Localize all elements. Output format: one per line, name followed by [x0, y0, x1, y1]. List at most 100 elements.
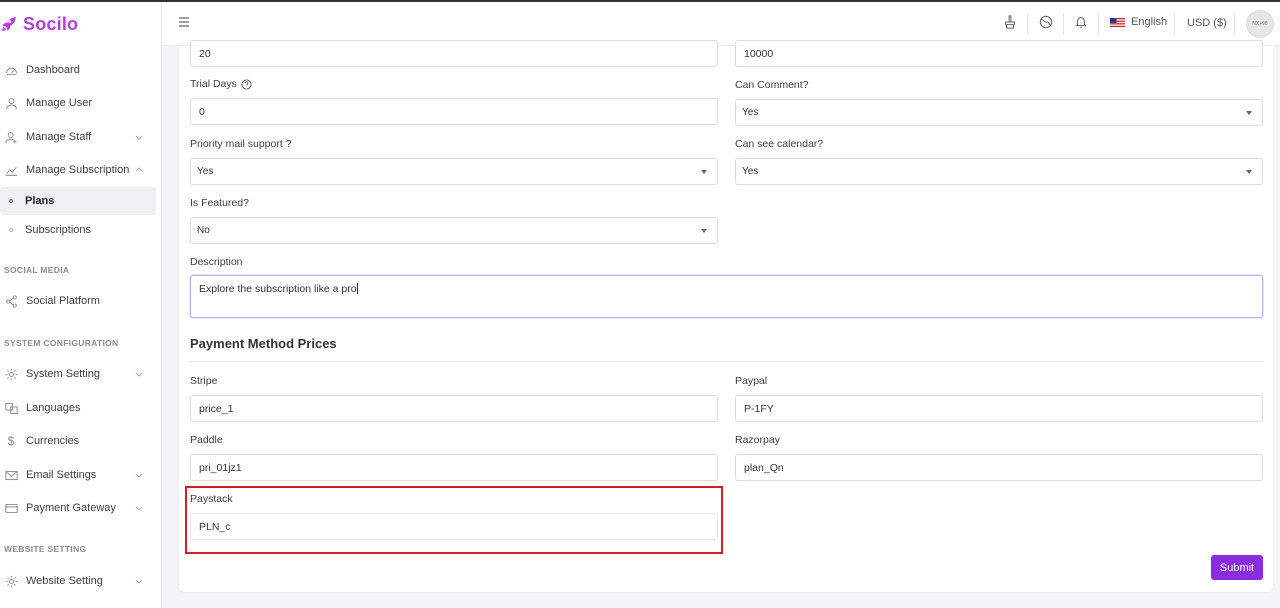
currency-selector[interactable]: USD ($): [1187, 17, 1227, 29]
description-text: Explore the subscription like a pro: [199, 283, 357, 295]
gear-icon: [4, 367, 18, 381]
chevron-up-icon: [135, 167, 143, 172]
sidebar-item-label: Manage User: [26, 97, 93, 109]
text-cursor: [356, 283, 358, 294]
sidebar-item-label: Email Settings: [26, 469, 97, 481]
plan-form-card: 20 10000 Trial Days 0 Can Comment? Yes P…: [179, 40, 1273, 592]
sidebar-item-currencies[interactable]: $ Currencies: [0, 427, 156, 455]
broom-icon[interactable]: [1003, 15, 1017, 29]
language-selector[interactable]: English: [1110, 16, 1167, 28]
can-see-calendar-label: Can see calendar?: [735, 138, 824, 150]
scrollbar[interactable]: [1273, 46, 1280, 608]
sidebar-item-label: Dashboard: [26, 64, 80, 76]
sidebar-item-dashboard[interactable]: Dashboard: [0, 56, 156, 84]
staff-icon: [4, 130, 18, 144]
brand-logo[interactable]: Socilo: [0, 12, 78, 36]
trial-days-label-text: Trial Days: [190, 78, 237, 90]
priority-mail-select[interactable]: Yes: [190, 158, 718, 185]
caret-down-icon: [1246, 170, 1252, 174]
sidebar-item-system-setting[interactable]: System Setting: [0, 360, 156, 388]
divider: [1234, 13, 1235, 35]
chevron-down-icon: [135, 579, 143, 584]
razorpay-label: Razorpay: [735, 434, 780, 446]
caret-down-icon: [1246, 111, 1252, 115]
stripe-label: Stripe: [190, 375, 218, 387]
sidebar-item-label: Manage Subscription: [26, 164, 130, 176]
paddle-price-input[interactable]: pri_01jz1: [190, 454, 718, 481]
sidebar-item-website-setting[interactable]: Website Setting: [0, 567, 156, 595]
can-see-calendar-select[interactable]: Yes: [735, 158, 1263, 185]
can-comment-value: Yes: [742, 107, 759, 118]
section-divider: [190, 361, 1263, 362]
chevron-down-icon: [135, 372, 143, 377]
sidebar-item-label: Currencies: [26, 435, 80, 447]
divider: [1063, 13, 1064, 35]
brand-name: Socilo: [23, 13, 79, 34]
caret-down-icon: [701, 229, 707, 233]
is-featured-select[interactable]: No: [190, 217, 718, 244]
can-see-calendar-value: Yes: [742, 166, 759, 177]
sidebar-item-label: Subscriptions: [25, 224, 92, 236]
sidebar: Socilo Dashboard Manage User Manage Staf…: [0, 2, 162, 608]
section-social-media: SOCIAL MEDIA: [4, 265, 70, 275]
sidebar-item-label: Manage Staff: [26, 131, 92, 143]
chevron-down-icon: [135, 506, 143, 511]
user-icon: [4, 96, 18, 110]
sidebar-item-subscriptions[interactable]: Subscriptions: [0, 216, 156, 244]
avatar[interactable]: NX+98: [1246, 10, 1274, 38]
gear-icon: [4, 574, 18, 588]
divider: [1098, 13, 1099, 35]
bullet-icon: [9, 199, 13, 203]
sidebar-item-label: Payment Gateway: [26, 502, 116, 514]
sidebar-item-label: Plans: [25, 195, 55, 207]
chart-icon: [4, 163, 18, 177]
sidebar-item-manage-user[interactable]: Manage User: [0, 89, 156, 117]
can-comment-label: Can Comment?: [735, 79, 809, 91]
sidebar-item-label: Languages: [26, 402, 81, 414]
mail-icon: [4, 468, 18, 482]
trial-days-input[interactable]: 0: [190, 98, 718, 125]
submit-button[interactable]: Submit: [1211, 555, 1263, 580]
sidebar-item-social-platform[interactable]: Social Platform: [0, 287, 156, 315]
priority-mail-value: Yes: [197, 166, 214, 177]
sidebar-item-label: System Setting: [26, 368, 100, 380]
section-website-setting: WEBSITE SETTING: [4, 544, 87, 554]
divider: [1174, 13, 1175, 35]
chevron-down-icon: [135, 135, 143, 140]
chevron-down-icon: [135, 473, 143, 478]
sidebar-item-label: Social Platform: [26, 295, 100, 307]
sidebar-item-plans[interactable]: Plans: [0, 187, 156, 215]
paypal-price-input[interactable]: P-1FY: [735, 395, 1263, 422]
dollar-icon: $: [7, 434, 15, 448]
card-icon: [4, 501, 18, 515]
trial-days-label: Trial Days: [190, 78, 252, 90]
sidebar-item-languages[interactable]: Languages: [0, 394, 156, 422]
us-flag-icon: [1110, 17, 1125, 27]
sidebar-item-manage-staff[interactable]: Manage Staff: [0, 123, 156, 151]
divider: [1027, 13, 1028, 35]
payment-method-prices-title: Payment Method Prices: [190, 336, 337, 351]
language-icon: [4, 401, 18, 415]
plan-field-right-input[interactable]: 10000: [735, 40, 1263, 67]
description-textarea[interactable]: Explore the subscription like a pro: [190, 275, 1263, 318]
caret-down-icon: [701, 170, 707, 174]
globe-icon[interactable]: [1039, 15, 1053, 29]
sidebar-item-manage-subscription[interactable]: Manage Subscription: [0, 156, 156, 184]
sidebar-item-payment-gateway[interactable]: Payment Gateway: [0, 494, 156, 522]
is-featured-value: No: [197, 225, 210, 236]
sidebar-item-label: Website Setting: [26, 575, 103, 587]
hamburger-menu-icon[interactable]: [178, 16, 190, 28]
share-icon: [4, 294, 18, 308]
rocket-icon: [2, 17, 16, 31]
paystack-price-input[interactable]: PLN_c: [190, 513, 718, 540]
bell-icon[interactable]: [1074, 15, 1088, 29]
dashboard-icon: [4, 63, 18, 77]
help-circle-icon[interactable]: [241, 78, 252, 90]
description-label: Description: [190, 256, 243, 268]
razorpay-price-input[interactable]: plan_Qn: [735, 454, 1263, 481]
language-label: English: [1131, 16, 1168, 28]
plan-field-left-input[interactable]: 20: [190, 40, 718, 67]
sidebar-item-email-settings[interactable]: Email Settings: [0, 461, 156, 489]
stripe-price-input[interactable]: price_1: [190, 395, 718, 422]
can-comment-select[interactable]: Yes: [735, 99, 1263, 126]
